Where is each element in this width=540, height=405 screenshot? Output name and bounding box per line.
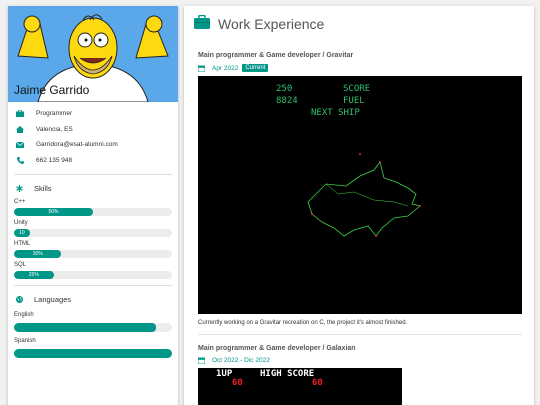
skill-bar: 10 [14,229,172,237]
globe-icon [16,295,26,303]
languages-heading: Languages [8,292,178,306]
hud-score-label: SCORE [343,84,370,94]
skill-label: HTML [14,241,31,247]
skill-bar-fill: 25% [14,271,54,279]
job-date-text: Apr 2022 [212,64,239,72]
info-email: Garridora@esat-alumni.com [8,137,178,153]
hud-fuel-value: 8824 [276,96,298,106]
skill-item: C++ 50% [8,195,178,216]
language-item: English [8,306,178,332]
experience-card: Work Experience Main programmer & Game d… [184,6,534,405]
language-bar [14,349,172,358]
skills-list: C++ 50% Unity 10 HTML 30% SQL 25% [8,195,178,279]
gravitar-game-image: 250 SCORE 8824 FUEL NEXT SHIP [198,76,522,314]
asterisk-icon [16,184,26,192]
skill-bar: 50% [14,208,172,216]
job-entry: Main programmer & Game developer / Galax… [184,345,534,405]
divider [14,285,172,286]
skill-bar-fill: 50% [14,208,93,216]
hud-high-score: HIGH SCORE [260,369,314,379]
experience-title: Work Experience [218,16,325,32]
language-label: Spanish [14,338,36,344]
job-entry: Main programmer & Game developer / Gravi… [184,52,534,326]
skill-label: Unity [14,220,28,226]
hud-high-score-value: 60 [312,378,323,388]
gravitar-screenshot: 250 SCORE 8824 FUEL NEXT SHIP [198,76,522,314]
hud-fuel-label: FUEL [343,96,365,106]
info-role: Programmer [8,106,178,122]
skill-label: C++ [14,199,26,205]
info-phone: 662 135 948 [8,153,178,169]
galaxian-game-image: 1UP HIGH SCORE 60 60 [198,368,402,405]
job-title: Main programmer & Game developer / Gravi… [198,52,354,59]
home-icon [14,124,26,134]
skill-bar-fill: 30% [14,250,62,258]
current-badge: Current [242,64,269,72]
skill-bar: 30% [14,250,172,258]
skill-bar-fill: 10 [14,229,30,237]
profile-card: Jaime Garrido Programmer Valencia, ES Ga… [8,6,178,405]
language-item: Spanish [8,332,178,358]
galaxian-screenshot: 1UP HIGH SCORE 60 60 [198,368,402,405]
job-date-text: Oct 2022 - Dic 2022 [212,357,270,364]
language-bar-fill [14,323,157,332]
skill-item: Unity 10 [8,216,178,237]
skill-bar: 25% [14,271,172,279]
location-text: Valencia, ES [36,125,73,133]
calendar-icon [198,65,205,72]
briefcase-icon [194,14,210,34]
hud-1up-value: 60 [232,378,243,388]
hud-next-ship: NEXT SHIP [311,108,360,118]
job-date: Apr 2022 Current [198,64,522,72]
hud-score-value: 250 [276,84,292,94]
language-bar [14,323,172,332]
divider [198,334,522,335]
phone-text: 662 135 948 [36,156,73,164]
skills-heading: Skills [8,181,178,195]
phone-icon [14,155,26,165]
job-title: Main programmer & Game developer / Galax… [198,345,356,352]
email-text[interactable]: Garridora@esat-alumni.com [36,141,118,148]
job-date: Oct 2022 - Dic 2022 [198,357,522,364]
hud-1up: 1UP [216,369,233,379]
calendar-icon [198,357,205,364]
divider [14,174,172,175]
profile-image: Jaime Garrido [8,6,178,102]
briefcase-icon [14,109,26,119]
skill-item: SQL 25% [8,258,178,279]
language-label: English [14,312,34,318]
profile-name: Jaime Garrido [14,83,90,97]
info-location: Valencia, ES [8,122,178,138]
languages-title: Languages [34,294,72,304]
language-bar-fill [14,349,172,358]
skill-item: HTML 30% [8,237,178,258]
experience-heading: Work Experience [184,6,534,42]
languages-list: English Spanish [8,306,178,358]
role-text: Programmer [36,110,73,118]
skills-title: Skills [34,183,52,193]
skill-label: SQL [14,262,27,268]
envelope-icon [14,140,26,150]
job-description: Currently working on a Gravitar recreati… [198,320,408,326]
